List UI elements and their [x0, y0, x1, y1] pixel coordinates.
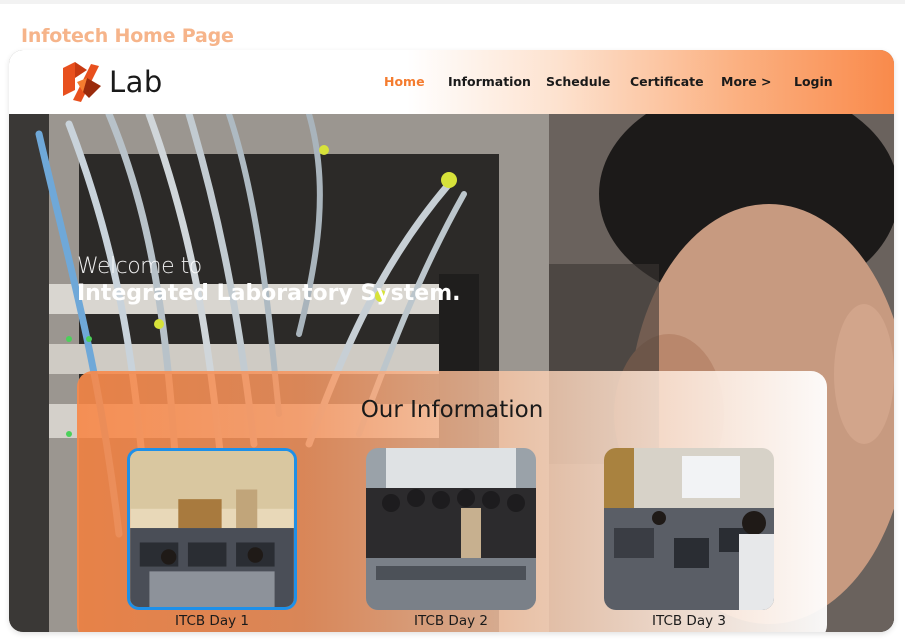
nav-home[interactable]: Home [384, 74, 425, 89]
hero-welcome-text: Welcome to [77, 254, 202, 279]
itcb-day1-photo [130, 451, 294, 607]
site-frame: Lab Home Information Schedule Certificat… [9, 50, 894, 632]
hero-title: Integrated Laboratory System. [77, 281, 461, 306]
navbar: Lab Home Information Schedule Certificat… [9, 50, 894, 114]
info-card-day1[interactable] [127, 448, 297, 610]
info-card-day3[interactable] [604, 448, 774, 610]
nav-certificate[interactable]: Certificate [630, 74, 704, 89]
itcb-day3-photo [604, 448, 774, 610]
card-label-day1: ITCB Day 1 [175, 613, 249, 629]
logo-text: Lab [109, 65, 163, 99]
itcb-day2-photo [366, 448, 536, 610]
page-label: Infotech Home Page [21, 25, 234, 47]
info-card-day2[interactable] [366, 448, 536, 610]
nav-more[interactable]: More > [721, 74, 772, 89]
nav-login[interactable]: Login [794, 74, 833, 89]
lab-logo-icon [63, 62, 101, 102]
hero-banner: Welcome to Integrated Laboratory System.… [9, 114, 894, 632]
nav-schedule[interactable]: Schedule [546, 74, 610, 89]
info-panel: Our Information ITCB Day 1 ITCB Day 2 IT… [77, 371, 827, 632]
info-title: Our Information [360, 397, 544, 423]
card-label-day3: ITCB Day 3 [652, 613, 726, 629]
browser-top-strip [0, 0, 905, 4]
card-label-day2: ITCB Day 2 [414, 613, 488, 629]
logo[interactable]: Lab [61, 56, 176, 108]
nav-information[interactable]: Information [448, 74, 531, 89]
